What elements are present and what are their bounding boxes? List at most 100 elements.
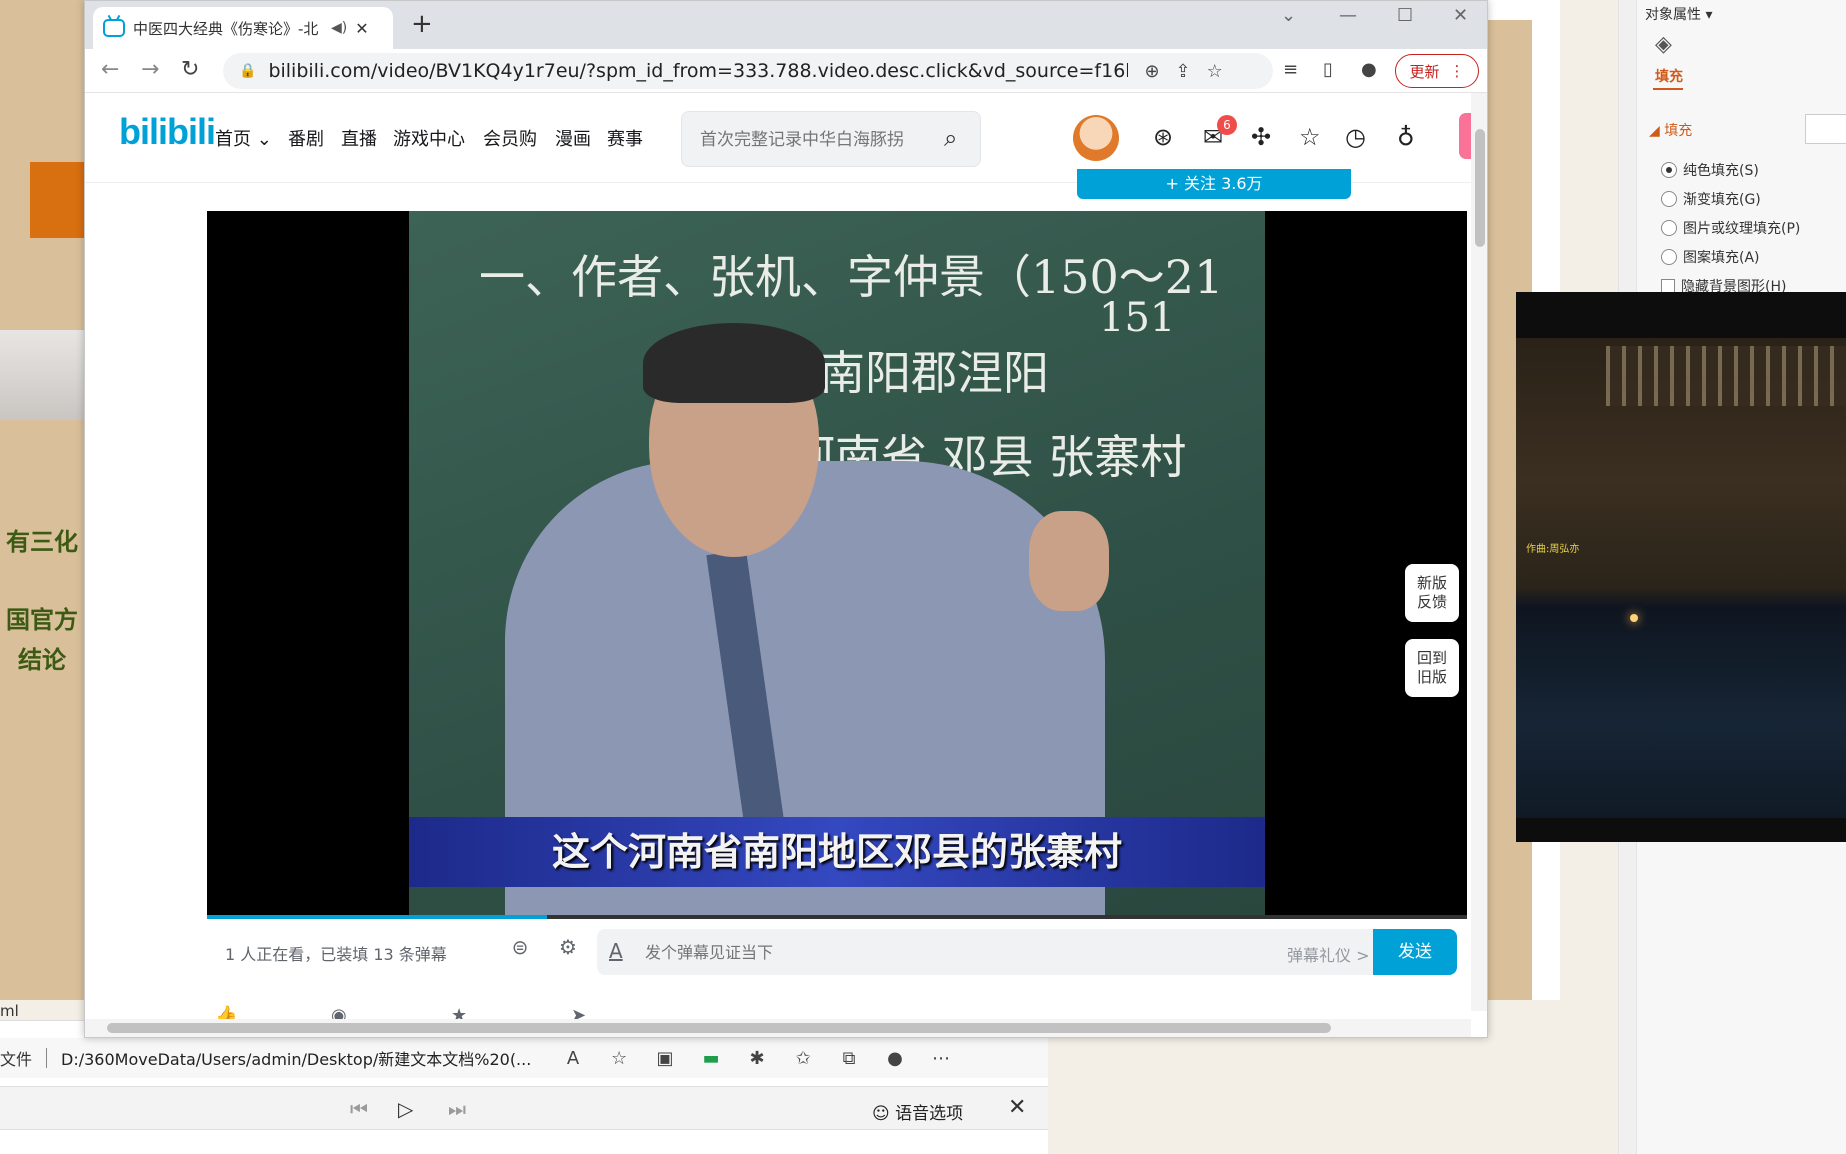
lock-icon[interactable]: 🔒 <box>239 63 256 79</box>
close-window-icon[interactable]: ✕ <box>1453 5 1468 26</box>
share-icon[interactable]: ⇪ <box>1176 61 1191 82</box>
nav-live[interactable]: 直播 <box>341 125 377 151</box>
voice-options-button[interactable]: ☺ 语音选项 <box>872 1099 963 1124</box>
danmaku-settings-icon[interactable]: ⚙ <box>553 935 583 965</box>
extension-icon[interactable]: ▣ <box>651 1044 679 1072</box>
lecturer-hand-image <box>1029 511 1109 611</box>
scroll-thumb[interactable] <box>107 1023 1331 1033</box>
feedback-label: 新版 反馈 <box>1416 574 1447 611</box>
profile-icon[interactable]: ● <box>1361 59 1377 80</box>
send-button[interactable]: 发送 <box>1373 929 1457 975</box>
danmaku-input[interactable] <box>645 937 1205 967</box>
extension-green-icon[interactable]: ▬ <box>697 1044 725 1072</box>
puzzle-icon[interactable]: ✱ <box>743 1044 771 1072</box>
scroll-thumb[interactable] <box>1475 129 1485 247</box>
history-icon[interactable]: ◷ <box>1345 123 1366 151</box>
share-icon[interactable]: ➤ <box>571 1005 586 1019</box>
collections-icon[interactable]: ⧉ <box>835 1044 863 1072</box>
side-panel-icon[interactable]: ▯ <box>1323 59 1333 80</box>
bilibili-tv-icon <box>103 19 125 37</box>
video-player[interactable]: 一、作者、张机、字仲景（150～21 151 南阳郡涅阳 河南省 邓县 张寨村 … <box>207 211 1467 919</box>
speaker-icon[interactable]: ◀) <box>331 20 347 36</box>
follow-button[interactable]: + 关注 3.6万 <box>1077 169 1351 199</box>
radio-icon <box>1661 220 1677 236</box>
fill-option-gradient[interactable]: 渐变填充(G) <box>1661 189 1761 209</box>
browser-tab[interactable]: 中医四大经典《伤寒论》-北 ◀) ✕ <box>93 7 393 49</box>
reading-list-icon[interactable]: ≡ <box>1283 59 1298 80</box>
favorites-icon[interactable]: ✩ <box>789 1044 817 1072</box>
zoom-icon[interactable]: ⊕ <box>1144 61 1159 82</box>
nav-manga[interactable]: 漫画 <box>555 125 591 151</box>
favorites-icon[interactable]: ☆ <box>1299 123 1321 151</box>
radio-icon <box>1661 191 1677 207</box>
slide-text-line: 结论 <box>18 645 66 674</box>
close-icon[interactable]: ✕ <box>1008 1095 1026 1120</box>
nav-game-center[interactable]: 游戏中心 <box>393 125 465 151</box>
danmaku-input-area[interactable]: A 弹幕礼仪 > <box>597 929 1373 975</box>
dynamics-icon[interactable]: ✣ <box>1251 123 1271 151</box>
lattice-window-image <box>1606 346 1846 406</box>
paint-bucket-icon[interactable]: ◈ <box>1655 32 1683 60</box>
bilibili-logo[interactable]: bilibili <box>119 111 216 153</box>
read-aloud-icon[interactable]: A <box>559 1044 587 1072</box>
nav-home[interactable]: 首页 ⌄ <box>215 125 272 151</box>
tab-fill[interactable]: 填充 <box>1655 66 1683 86</box>
creator-icon[interactable]: ♁ <box>1397 123 1415 151</box>
nav-mall[interactable]: 会员购 <box>483 125 537 151</box>
edge-url[interactable]: D:/360MoveData/Users/admin/Desktop/新建文本文… <box>61 1046 541 1070</box>
separator <box>46 1048 48 1068</box>
membership-icon[interactable]: ⊛ <box>1153 123 1173 151</box>
search-input[interactable] <box>700 126 920 154</box>
slide-text-line: 国官方 <box>6 605 78 634</box>
old-version-label: 回到 旧版 <box>1416 649 1447 686</box>
back-to-old-version-button[interactable]: 回到 旧版 <box>1405 639 1459 697</box>
danmaku-etiquette-link[interactable]: 弹幕礼仪 > <box>1287 942 1370 966</box>
edge-address-bar[interactable]: 文件 D:/360MoveData/Users/admin/Desktop/新建… <box>0 1038 1048 1078</box>
danmaku-bar: 1 人正在看，已装填 13 条弹幕 ⊜ ⚙ A 弹幕礼仪 > 发送 <box>207 919 1467 985</box>
update-button[interactable]: 更新 ⋮ <box>1395 54 1479 88</box>
avatar[interactable] <box>1073 115 1119 161</box>
video-subtitle: 这个河南省南阳地区邓县的张寨村 <box>551 830 1122 874</box>
slide-landscape-image <box>0 330 86 420</box>
previous-icon[interactable]: ⏮ <box>350 1097 368 1121</box>
read-aloud-bar: ⏮ ▷ ⏭ ☺ 语音选项 ✕ <box>0 1086 1048 1130</box>
fill-section-title[interactable]: ◢ 填充 <box>1649 120 1692 140</box>
viewer-count: 1 人正在看，已装填 13 条弹幕 <box>225 945 447 964</box>
fill-option-picture[interactable]: 图片或纹理填充(P) <box>1661 218 1800 238</box>
new-version-feedback-button[interactable]: 新版 反馈 <box>1405 564 1459 622</box>
minimize-icon[interactable]: — <box>1339 5 1357 26</box>
collect-icon[interactable]: ★ <box>451 1005 467 1019</box>
nav-anime[interactable]: 番剧 <box>288 125 324 151</box>
like-icon[interactable]: 👍 <box>215 1005 237 1019</box>
tab-close-icon[interactable]: ✕ <box>355 19 368 38</box>
play-icon[interactable]: ▷ <box>398 1097 413 1121</box>
back-icon[interactable]: ← <box>101 57 119 82</box>
reload-icon[interactable]: ↻ <box>181 57 199 82</box>
add-favorite-icon[interactable]: ☆ <box>605 1044 633 1072</box>
horizontal-scrollbar[interactable] <box>85 1019 1471 1037</box>
search-box[interactable]: ⌕ <box>681 111 981 167</box>
next-icon[interactable]: ⏭ <box>448 1097 466 1121</box>
forward-icon[interactable]: → <box>141 57 159 82</box>
floating-video-window[interactable]: 作曲:周弘亦 <box>1516 292 1846 842</box>
fill-option-solid[interactable]: 纯色填充(S) <box>1661 160 1759 180</box>
maximize-icon[interactable]: ☐ <box>1397 5 1413 26</box>
bookmark-star-icon[interactable]: ☆ <box>1207 61 1223 82</box>
profile-icon[interactable]: ● <box>881 1044 909 1072</box>
tab-search-icon[interactable]: ⌄ <box>1281 5 1296 26</box>
nav-esports[interactable]: 赛事 <box>607 125 643 151</box>
fill-option-pattern[interactable]: 图案填充(A) <box>1661 247 1760 267</box>
pane-title[interactable]: 对象属性 ▾ <box>1645 4 1712 24</box>
danmaku-toggle-icon[interactable]: ⊜ <box>505 935 535 965</box>
danmaku-style-icon[interactable]: A <box>609 939 623 963</box>
address-bar[interactable]: 🔒 bilibili.com/video/BV1KQ4y1r7eu/?spm_i… <box>223 53 1273 89</box>
more-icon[interactable]: ⋯ <box>927 1044 955 1072</box>
url-text[interactable]: bilibili.com/video/BV1KQ4y1r7eu/?spm_id_… <box>268 60 1128 82</box>
color-picker-box[interactable] <box>1805 114 1846 144</box>
vertical-scrollbar[interactable] <box>1471 93 1487 1011</box>
coin-icon[interactable]: ◉ <box>331 1005 347 1019</box>
search-icon[interactable]: ⌕ <box>944 124 957 152</box>
message-badge: 6 <box>1217 115 1237 135</box>
new-tab-button[interactable]: + <box>411 9 433 39</box>
moon-image <box>1630 614 1638 622</box>
